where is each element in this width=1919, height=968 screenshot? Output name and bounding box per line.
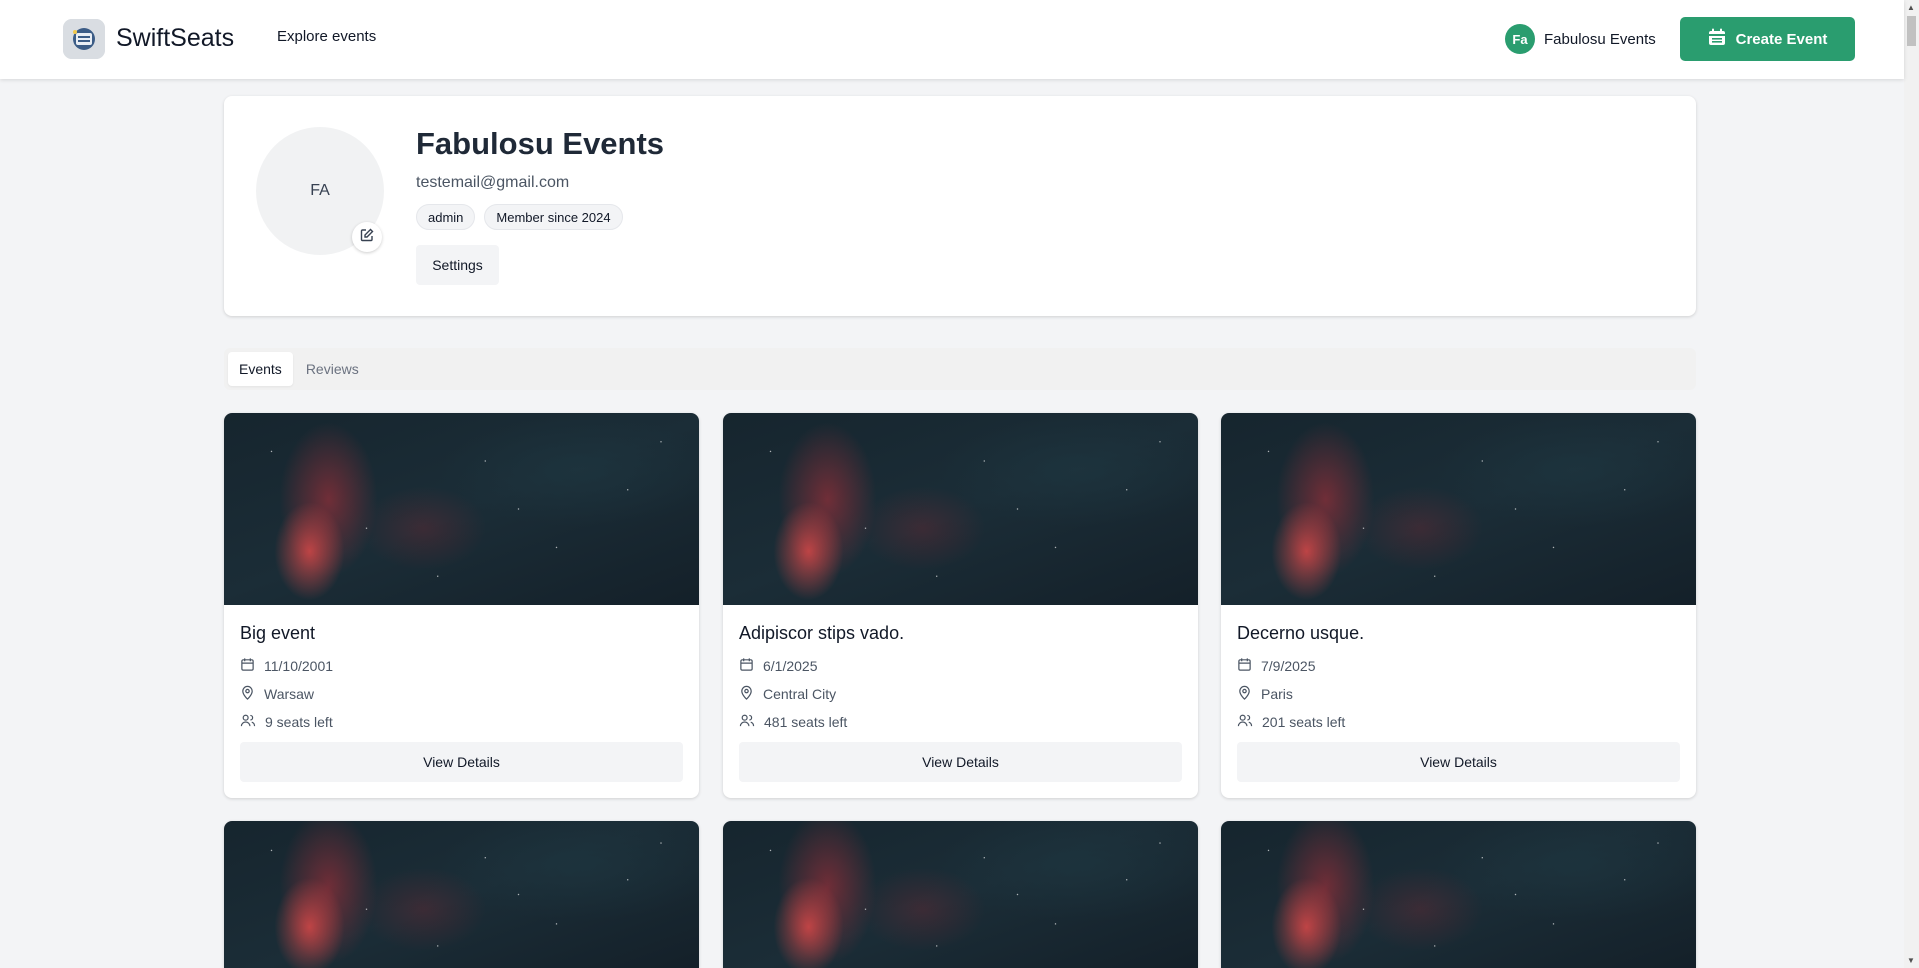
event-location: Central City [739, 680, 1182, 708]
event-title: Decerno usque. [1237, 623, 1365, 643]
event-date: 11/10/2001 [240, 652, 683, 680]
profile-name: Fabulosu Events [416, 126, 665, 161]
map-pin-icon [739, 685, 754, 703]
calendar-plus-icon [1708, 28, 1726, 50]
settings-button[interactable]: Settings [416, 245, 499, 285]
edit-icon [360, 228, 374, 247]
profile-card: FA Fabulosu Events testemail@gmail.com a… [224, 96, 1696, 316]
nav-explore-events[interactable]: Explore events [277, 28, 376, 45]
event-seats: 201 seats left [1237, 708, 1680, 736]
calendar-icon [1237, 657, 1252, 675]
user-avatar: Fa [1505, 24, 1535, 54]
event-seats: 481 seats left [739, 708, 1182, 736]
event-image [723, 821, 1198, 968]
profile-tabs: Events Reviews [224, 348, 1696, 390]
page-scrollbar[interactable]: ▲ ▼ [1904, 0, 1919, 968]
event-location: Paris [1237, 680, 1680, 708]
profile-badges: admin Member since 2024 [416, 204, 623, 230]
top-navbar: SwiftSeats Explore events Fa Fabulosu Ev… [0, 0, 1904, 79]
event-card[interactable]: Adipiscor stips vado. 6/1/2025 Central C… [723, 413, 1198, 798]
view-details-button[interactable]: View Details [739, 742, 1182, 782]
calendar-icon [739, 657, 754, 675]
event-image [224, 821, 699, 968]
event-title: Big event [240, 623, 316, 643]
scroll-up-icon[interactable]: ▲ [1907, 3, 1915, 12]
users-icon [739, 713, 755, 731]
users-icon [1237, 713, 1253, 731]
view-details-button[interactable]: View Details [1237, 742, 1680, 782]
view-details-button[interactable]: View Details [240, 742, 683, 782]
scroll-down-icon[interactable]: ▼ [1907, 956, 1915, 965]
user-menu[interactable]: Fa Fabulosu Events [1505, 24, 1656, 54]
event-date: 7/9/2025 [1237, 652, 1680, 680]
map-pin-icon [240, 685, 255, 703]
brand-logo[interactable] [63, 19, 105, 59]
event-card[interactable]: Big event 11/10/2001 Warsaw 9 seats left… [224, 413, 699, 798]
brand-name[interactable]: SwiftSeats [116, 24, 234, 53]
event-card[interactable] [723, 821, 1198, 968]
create-event-button[interactable]: Create Event [1680, 17, 1855, 61]
tab-reviews[interactable]: Reviews [295, 352, 370, 386]
event-seats: 9 seats left [240, 708, 683, 736]
create-event-label: Create Event [1735, 30, 1828, 48]
calendar-icon [240, 657, 255, 675]
member-since-badge: Member since 2024 [484, 204, 623, 230]
scroll-thumb[interactable] [1907, 16, 1916, 46]
event-title: Adipiscor stips vado. [739, 623, 905, 643]
event-card[interactable] [224, 821, 699, 968]
event-image [723, 413, 1198, 605]
map-pin-icon [1237, 685, 1252, 703]
event-date: 6/1/2025 [739, 652, 1182, 680]
role-badge: admin [416, 204, 476, 230]
edit-avatar-button[interactable] [352, 222, 382, 252]
profile-email: testemail@gmail.com [416, 174, 570, 191]
user-name: Fabulosu Events [1544, 30, 1656, 48]
event-image [224, 413, 699, 605]
event-image [1221, 413, 1696, 605]
users-icon [240, 713, 256, 731]
event-location: Warsaw [240, 680, 683, 708]
event-card[interactable] [1221, 821, 1696, 968]
tab-events[interactable]: Events [228, 352, 293, 386]
event-card[interactable]: Decerno usque. 7/9/2025 Paris 201 seats … [1221, 413, 1696, 798]
event-image [1221, 821, 1696, 968]
